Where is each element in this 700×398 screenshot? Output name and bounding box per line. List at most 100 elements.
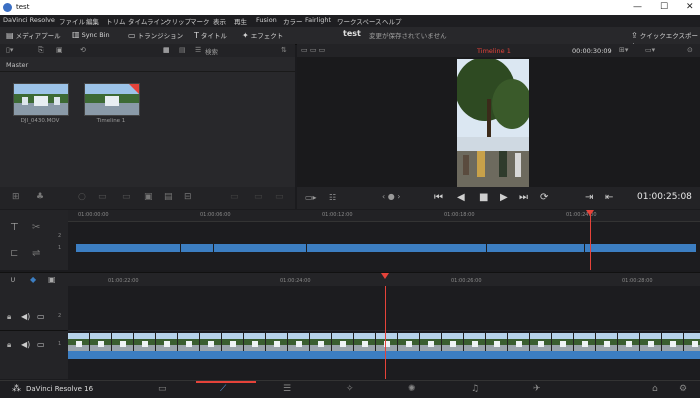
titles-button[interactable]: T タイトル xyxy=(194,30,227,40)
menu-mark[interactable]: マーク xyxy=(190,16,210,26)
match-frame-icon[interactable]: ▭▸ xyxy=(305,193,317,202)
close-button[interactable]: ✕ xyxy=(686,2,694,12)
play-reverse-icon[interactable]: ◀ xyxy=(457,192,465,203)
new-bin-icon[interactable]: ▣ xyxy=(56,46,63,54)
timeline-thumbnail xyxy=(84,83,140,116)
source-overwrite-icon[interactable]: ⊟ xyxy=(184,192,192,202)
audio-scrub-icon[interactable]: ⊏ xyxy=(10,248,18,259)
search-field[interactable]: 検索 xyxy=(205,46,275,56)
audio-track-1-icon[interactable]: ◀) xyxy=(21,340,30,349)
stop-icon[interactable]: ■ xyxy=(479,192,488,203)
play-icon[interactable]: ▶ xyxy=(500,192,508,203)
effects-button[interactable]: ✦ エフェクト xyxy=(242,30,283,40)
lock-track-1-icon[interactable]: 🔒︎ xyxy=(7,340,11,350)
lower-playhead-marker[interactable] xyxy=(381,273,389,279)
video-clip-filmstrip[interactable] xyxy=(68,333,700,359)
clip-cut xyxy=(584,244,585,252)
sort-icon[interactable]: ⇅ xyxy=(281,46,287,54)
maximize-button[interactable]: ☐ xyxy=(660,2,668,12)
upper-playhead-marker[interactable] xyxy=(586,210,594,216)
media-pool-panel: Master DJI_0430.MOV Timeline 1 xyxy=(0,57,295,187)
bin-list-toggle-icon[interactable]: ▯▾ xyxy=(6,46,13,54)
clip-cut xyxy=(213,244,214,252)
transitions-button[interactable]: ▭ トランジション xyxy=(128,30,183,40)
audio-track-2-icon[interactable]: ◀) xyxy=(21,312,30,321)
settings-gear-icon[interactable]: ⚙ xyxy=(679,384,687,394)
go-to-end-icon[interactable]: ⏭ xyxy=(519,192,528,203)
color-page-icon[interactable]: ✺ xyxy=(408,384,416,394)
resolve-app-icon xyxy=(3,3,12,12)
list-view-icon[interactable]: ▤ xyxy=(179,46,186,54)
ripple-overwrite-icon[interactable]: ▭ xyxy=(122,192,131,202)
minimize-button[interactable]: — xyxy=(633,2,642,12)
menu-edit[interactable]: 編集 xyxy=(86,16,99,26)
previous-edit-icon[interactable]: ⇤ xyxy=(605,192,613,203)
menu-file[interactable]: ファイル xyxy=(59,16,85,26)
timeline-thumbnail-image xyxy=(85,84,139,115)
upper-clip-track[interactable] xyxy=(76,244,696,252)
upper-timeline-ruler[interactable]: 01:00:00:00 01:00:06:00 01:00:12:00 01:0… xyxy=(68,210,700,222)
disabled-tool-icon-3: ▭ xyxy=(275,192,284,202)
menu-trim[interactable]: トリム xyxy=(106,16,126,26)
node-icon[interactable]: ♣ xyxy=(36,192,44,202)
trim-tool-icon[interactable]: ⊤ xyxy=(10,222,19,233)
media-pool-button[interactable]: ▤ メディアプール xyxy=(6,30,61,40)
timeline-options-icon[interactable]: ▣ xyxy=(48,275,56,284)
thumbnail-view-icon[interactable]: ▦ xyxy=(163,46,170,54)
fusion-page-icon[interactable]: ✧ xyxy=(346,384,354,394)
lower-ruler-timecode: 01:00:24:00 xyxy=(280,278,311,284)
disabled-tool-icon-2: ▭ xyxy=(254,192,263,202)
loop-icon[interactable]: ⟳ xyxy=(540,192,548,203)
import-media-icon[interactable]: ⎘ xyxy=(38,46,44,55)
snap-icon[interactable]: ∪ xyxy=(10,275,16,284)
media-clip[interactable]: DJI_0430.MOV xyxy=(13,83,75,124)
go-to-start-icon[interactable]: ⏮ xyxy=(434,192,443,203)
media-pool-icon: ▤ xyxy=(6,31,14,40)
home-icon[interactable]: ⌂ xyxy=(652,384,658,394)
menu-view[interactable]: 表示 xyxy=(213,16,226,26)
clip-cut xyxy=(486,244,487,252)
close-up-icon[interactable]: ▣ xyxy=(144,192,153,202)
timeline-duration: 00:00:30:09 xyxy=(572,47,612,55)
menu-fusion[interactable]: Fusion xyxy=(256,16,277,24)
menu-playback[interactable]: 再生 xyxy=(234,16,247,26)
blade-tool-icon[interactable]: ✂ xyxy=(32,222,40,233)
menu-davinci[interactable]: DaVinci Resolve xyxy=(3,16,55,24)
metadata-view-icon[interactable]: ☰ xyxy=(195,46,201,54)
timeline-clip[interactable]: Timeline 1 xyxy=(84,83,146,124)
menu-workspace[interactable]: ワークスペース xyxy=(337,16,382,26)
viewer-mode-icon[interactable]: ▭ ▭ ▭ xyxy=(301,46,325,54)
cut-page-icon[interactable]: ⟋ xyxy=(220,384,226,394)
timeline-viewer[interactable] xyxy=(297,57,700,187)
viewer-options-icon[interactable]: ⊙ xyxy=(687,46,693,54)
video-track-1-icon[interactable]: ▭ xyxy=(37,340,45,349)
menu-timeline[interactable]: タイムライン xyxy=(128,16,167,26)
sync-bin-button[interactable]: ▥ Sync Bin xyxy=(72,30,110,39)
place-on-top-icon[interactable]: ▤ xyxy=(164,192,173,202)
lock-track-2-icon[interactable]: 🔒︎ xyxy=(7,312,11,322)
fit-dropdown[interactable]: ▭▾ xyxy=(645,46,655,54)
menu-fairlight[interactable]: Fairlight xyxy=(305,16,331,24)
linked-selection-icon[interactable]: ◆ xyxy=(30,275,36,284)
edit-page-icon[interactable]: ☰ xyxy=(283,384,291,394)
menu-color[interactable]: カラー xyxy=(283,16,303,26)
fairlight-page-icon[interactable]: ♫ xyxy=(471,384,479,394)
deliver-page-icon[interactable]: ✈ xyxy=(533,384,541,394)
viewer-settings-icon[interactable]: ☷ xyxy=(329,193,336,202)
smart-insert-icon[interactable]: ○ xyxy=(78,192,86,202)
snap-tool-icon[interactable]: ⇌ xyxy=(32,248,40,259)
fountain-thumbnail-image xyxy=(14,84,68,115)
upper-timeline[interactable]: 01:00:00:00 01:00:06:00 01:00:12:00 01:0… xyxy=(68,210,700,270)
bin-name: Master xyxy=(6,61,29,69)
lower-timeline[interactable] xyxy=(68,286,700,379)
viewer-zoom-dropdown[interactable]: ⊞▾ xyxy=(619,46,628,54)
media-page-icon[interactable]: ▭ xyxy=(158,384,167,394)
sync-icon[interactable]: ⟲ xyxy=(80,46,86,54)
menu-help[interactable]: ヘルプ xyxy=(382,16,402,26)
next-edit-icon[interactable]: ⇥ xyxy=(585,192,593,203)
insert-clip-icon[interactable]: ⊞ xyxy=(12,192,20,202)
video-track-2-icon[interactable]: ▭ xyxy=(37,312,45,321)
jog-control[interactable]: ‹ ● › xyxy=(382,192,400,201)
append-icon[interactable]: ▭ xyxy=(98,192,107,202)
menu-clip[interactable]: クリップ xyxy=(165,16,191,26)
